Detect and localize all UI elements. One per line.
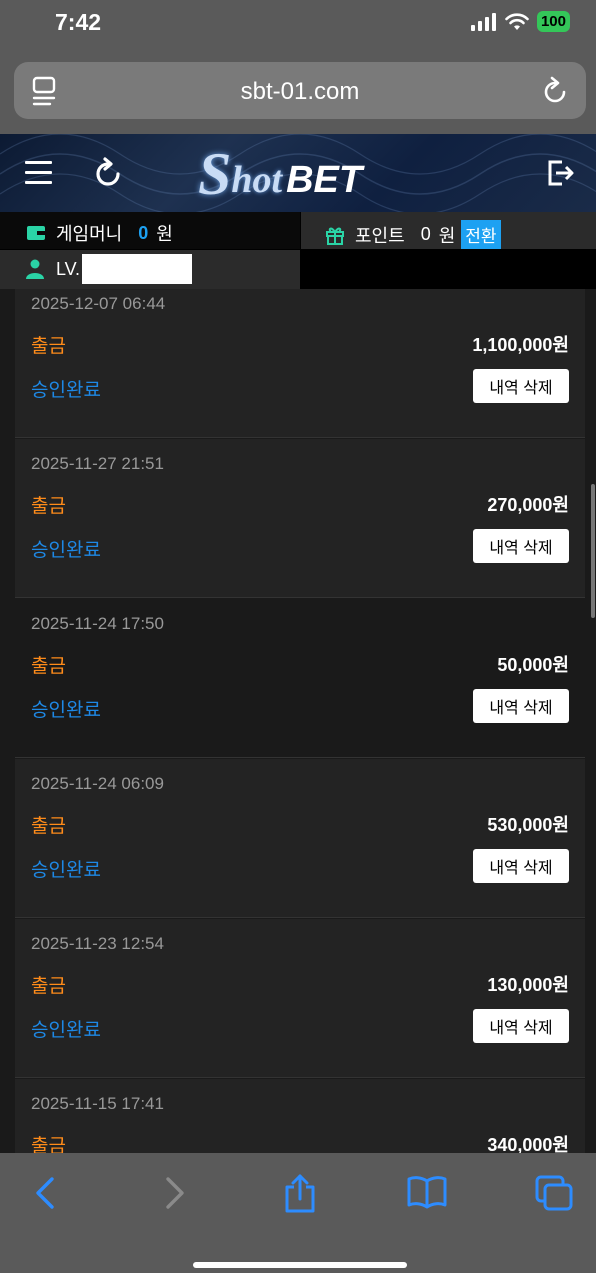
logo-s: S — [198, 141, 232, 207]
scrollbar[interactable] — [591, 484, 595, 618]
menu-icon[interactable] — [25, 161, 52, 191]
list-item: 2025-11-24 17:50 출금 50,000원 승인완료 내역 삭제 — [15, 599, 585, 758]
logout-icon[interactable] — [546, 158, 576, 188]
entry-type: 출금 — [31, 976, 66, 997]
browser-chrome: sbt-01.com — [0, 50, 596, 134]
bookmarks-icon[interactable] — [406, 1175, 448, 1209]
reload-icon[interactable] — [542, 76, 570, 106]
level-label: LV. — [56, 258, 81, 279]
tabs-icon[interactable] — [535, 1175, 573, 1211]
entry-date: 2025-11-27 21:51 — [31, 454, 164, 473]
wallet-icon — [27, 226, 45, 240]
battery-indicator: 100 — [536, 11, 570, 32]
delete-history-button[interactable]: 내역 삭제 — [473, 849, 569, 883]
entry-type: 출금 — [31, 336, 66, 357]
wallet-info: 게임머니 0 원 포인트 0 원 전환 LV. — [0, 212, 596, 289]
entry-amount: 270,000원 — [487, 495, 569, 515]
entry-date: 2025-12-07 06:44 — [31, 294, 166, 313]
entry-date: 2025-11-24 17:50 — [31, 614, 164, 633]
entry-date: 2025-11-23 12:54 — [31, 934, 164, 953]
entry-type: 출금 — [31, 816, 66, 837]
user-icon — [26, 259, 44, 279]
level-redacted — [82, 254, 193, 284]
list-item: 2025-11-23 12:54 출금 130,000원 승인완료 내역 삭제 — [15, 919, 585, 1078]
logo-hot: hot — [231, 159, 283, 201]
delete-history-button[interactable]: 내역 삭제 — [473, 369, 569, 403]
status-icons: 100 — [470, 11, 570, 32]
point-cell: 포인트 0 원 전환 — [301, 212, 596, 249]
entry-amount: 50,000원 — [497, 655, 569, 675]
entry-amount: 340,000원 — [487, 1135, 569, 1153]
site-header: S hot BET — [0, 134, 596, 212]
logo-bet: BET — [286, 159, 363, 201]
url-text[interactable]: sbt-01.com — [14, 78, 586, 106]
point-value: 0 — [420, 224, 431, 244]
status-bar: 7:42 100 — [0, 0, 596, 50]
home-indicator — [193, 1262, 407, 1268]
game-money-value: 0 — [138, 222, 149, 243]
forward-icon[interactable] — [162, 1175, 188, 1211]
point-unit: 원 — [438, 225, 456, 246]
entry-amount: 130,000원 — [487, 975, 569, 995]
entry-amount: 530,000원 — [487, 815, 569, 835]
list-item: 2025-11-27 21:51 출금 270,000원 승인완료 내역 삭제 — [15, 439, 585, 598]
entry-type: 출금 — [31, 1136, 66, 1153]
entry-date: 2025-11-24 06:09 — [31, 774, 164, 793]
status-time: 7:42 — [55, 9, 102, 35]
entry-status: 승인완료 — [31, 860, 101, 881]
gift-icon — [326, 227, 344, 245]
game-money-label: 게임머니 — [56, 224, 123, 244]
game-money-cell: 게임머니 0 원 — [0, 212, 300, 249]
withdrawal-history-list: 2025-12-07 06:44 출금 1,100,000원 승인완료 내역 삭… — [0, 289, 596, 1153]
share-icon[interactable] — [283, 1173, 317, 1215]
entry-amount: 1,100,000원 — [472, 335, 569, 355]
refresh-icon[interactable] — [93, 156, 123, 188]
list-item: 2025-12-07 06:44 출금 1,100,000원 승인완료 내역 삭… — [15, 289, 585, 438]
wifi-icon — [505, 12, 529, 30]
list-item: 2025-11-15 17:41 출금 340,000원 — [15, 1079, 585, 1153]
entry-date: 2025-11-15 17:41 — [31, 1094, 164, 1113]
entry-type: 출금 — [31, 656, 66, 677]
browser-toolbar — [0, 1153, 596, 1273]
entry-status: 승인완료 — [31, 1020, 101, 1041]
back-icon[interactable] — [32, 1175, 58, 1211]
level-cell: LV. — [0, 250, 300, 289]
entry-type: 출금 — [31, 496, 66, 517]
entry-status: 승인완료 — [31, 380, 101, 401]
convert-button[interactable]: 전환 — [461, 220, 501, 249]
entry-status: 승인완료 — [31, 540, 101, 561]
delete-history-button[interactable]: 내역 삭제 — [473, 689, 569, 723]
delete-history-button[interactable]: 내역 삭제 — [473, 1009, 569, 1043]
url-bar[interactable]: sbt-01.com — [14, 62, 586, 119]
signal-icon — [470, 12, 496, 31]
delete-history-button[interactable]: 내역 삭제 — [473, 529, 569, 563]
site-logo[interactable]: S hot BET — [198, 141, 363, 207]
game-money-unit: 원 — [156, 224, 173, 244]
entry-status: 승인완료 — [31, 700, 101, 721]
list-item: 2025-11-24 06:09 출금 530,000원 승인완료 내역 삭제 — [15, 759, 585, 918]
point-label: 포인트 — [355, 225, 405, 246]
